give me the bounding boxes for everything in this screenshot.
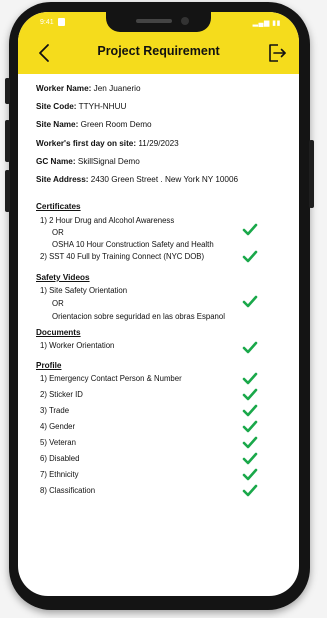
- safety-videos-heading: Safety Videos: [36, 273, 90, 282]
- checkmark-icon: [242, 223, 258, 236]
- checkmark-icon: [242, 250, 258, 263]
- site-code-label: Site Code:: [36, 102, 77, 112]
- checkmark-icon: [242, 388, 258, 401]
- profile-item: 4) Gender: [40, 422, 76, 431]
- status-indicators: ▂▄▆ ▮▮: [252, 20, 281, 27]
- certificates-heading: Certificates: [36, 202, 81, 211]
- first-day-row: Worker's first day on site: 11/29/2023: [36, 135, 286, 153]
- camera-notch: [106, 12, 211, 32]
- volume-down-button: [5, 170, 10, 212]
- gc-name-value: SkillSignal Demo: [77, 156, 140, 166]
- first-day-label: Worker's first day on site:: [36, 138, 137, 148]
- safety-video-item-1: 1) Site Safety Orientation: [40, 286, 128, 295]
- mute-switch: [5, 78, 10, 104]
- checkmark-icon: [242, 436, 258, 449]
- site-address-value: 2430 Green Street . New York NY 10006: [90, 174, 239, 184]
- page-title: Project Requirement: [97, 44, 220, 58]
- app-screen: 9:41 ▂▄▆ ▮▮ Project Requirement Worker N…: [18, 12, 299, 596]
- gc-name-label: GC Name:: [36, 156, 76, 166]
- worker-name-value: Jen Juanerio: [93, 84, 141, 93]
- safety-video-or: OR: [52, 299, 64, 308]
- first-day-value: 11/29/2023: [138, 138, 179, 148]
- checkmark-icon: [242, 452, 258, 465]
- profile-item: 5) Veteran: [40, 438, 76, 447]
- status-time: 9:41: [40, 19, 54, 26]
- site-address-row: Site Address: 2430 Green Street . New Yo…: [36, 171, 286, 189]
- exit-button[interactable]: [266, 42, 288, 64]
- worker-name-label: Worker Name:: [36, 84, 92, 93]
- certificate-item-2: 2) SST 40 Full by Training Connect (NYC …: [40, 252, 205, 261]
- certificate-item-1: 1) 2 Hour Drug and Alcohol Awareness: [40, 216, 175, 225]
- certificate-item-1-alt: OSHA 10 Hour Construction Safety and Hea…: [52, 240, 214, 249]
- gc-name-row: GC Name: SkillSignal Demo: [36, 153, 286, 171]
- site-name-label: Site Name:: [36, 120, 79, 130]
- safety-video-item-1-alt: Orientacion sobre seguridad en las obras…: [52, 312, 225, 321]
- document-item-1: 1) Worker Orientation: [40, 341, 115, 350]
- documents-heading: Documents: [36, 328, 81, 337]
- checkmark-icon: [242, 468, 258, 481]
- app-header: 9:41 ▂▄▆ ▮▮ Project Requirement: [18, 12, 299, 74]
- checkmark-icon: [242, 341, 258, 354]
- speaker-grille: [136, 19, 172, 23]
- notification-icon: [58, 18, 65, 26]
- power-button: [309, 140, 314, 208]
- profile-item: 1) Emergency Contact Person & Number: [40, 374, 182, 383]
- profile-item: 6) Disabled: [40, 454, 80, 463]
- profile-heading: Profile: [36, 361, 62, 370]
- certificate-or: OR: [52, 228, 64, 237]
- site-code-value: TTYH-NHUU: [78, 102, 127, 112]
- site-code-row: Site Code: TTYH-NHUU: [36, 98, 286, 116]
- site-name-value: Green Room Demo: [80, 120, 152, 130]
- front-camera: [181, 17, 189, 25]
- site-name-row: Site Name: Green Room Demo: [36, 116, 286, 134]
- profile-item: 3) Trade: [40, 406, 70, 415]
- profile-item: 8) Classification: [40, 486, 96, 495]
- profile-item: 7) Ethnicity: [40, 470, 79, 479]
- worker-name-row: Worker Name: Jen Juanerio: [36, 80, 286, 98]
- profile-item: 2) Sticker ID: [40, 390, 83, 399]
- checkmark-icon: [242, 484, 258, 497]
- exit-icon: [269, 44, 286, 62]
- site-address-label: Site Address:: [36, 174, 89, 184]
- volume-up-button: [5, 120, 10, 162]
- checkmark-icon: [242, 295, 258, 308]
- checkmark-icon: [242, 404, 258, 417]
- requirements-content: Worker Name: Jen Juanerio Site Code: TTY…: [36, 80, 286, 497]
- checkmark-icon: [242, 372, 258, 385]
- checkmark-icon: [242, 420, 258, 433]
